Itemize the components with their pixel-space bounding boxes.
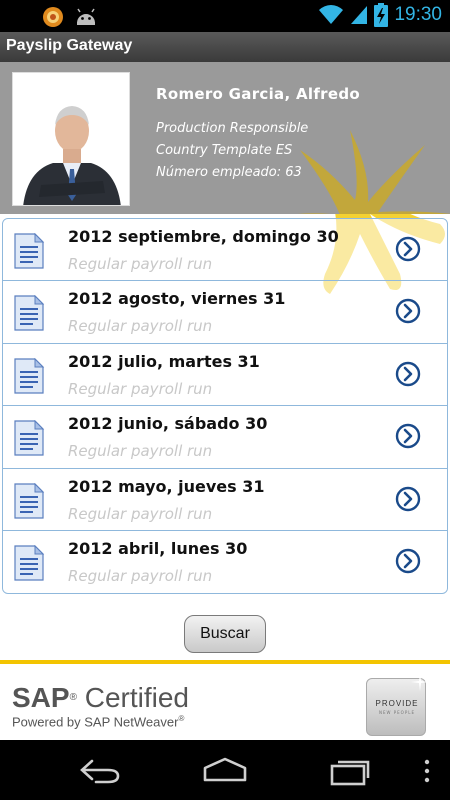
payslip-row[interactable]: 2012 abril, lunes 30 Regular payroll run [3, 530, 447, 594]
registered-mark-icon: ® [178, 714, 185, 723]
employee-number: Número empleado: 63 [156, 165, 302, 180]
document-icon [14, 295, 45, 331]
status-bar: 19:30 [0, 0, 450, 32]
footer-branding: SAP® Certified Powered by SAP NetWeaver®… [0, 660, 450, 740]
star-sparkle-icon [411, 673, 429, 691]
payslip-date: 2012 septiembre, domingo 30 [68, 227, 339, 246]
app-title-bar: Payslip Gateway [0, 32, 450, 62]
chevron-right-icon[interactable] [395, 548, 421, 574]
signal-icon [351, 6, 368, 24]
chevron-right-icon[interactable] [395, 298, 421, 324]
sap-certified-text: Certified [84, 682, 189, 713]
payslip-row[interactable]: 2012 junio, sábado 30 Regular payroll ru… [3, 406, 447, 469]
payslip-date: 2012 julio, martes 31 [68, 351, 260, 371]
registered-mark-icon: ® [69, 692, 77, 703]
provide-logo-tagline: NEW PEOPLE [378, 710, 415, 715]
home-icon[interactable] [201, 756, 249, 786]
employee-name: Romero Garcia, Alfredo [156, 85, 360, 103]
document-icon [14, 233, 45, 269]
payslip-type: Regular payroll run [68, 566, 213, 585]
payslip-date: 2012 mayo, jueves 31 [68, 476, 265, 496]
document-icon [14, 420, 45, 456]
payslip-date: 2012 junio, sábado 30 [68, 414, 268, 434]
battery-icon [374, 3, 389, 27]
chevron-right-icon[interactable] [395, 423, 421, 449]
app-title: Payslip Gateway [6, 37, 133, 54]
recent-apps-icon[interactable] [328, 756, 374, 786]
sap-certified-logo: SAP® Certified Powered by SAP NetWeaver® [12, 682, 189, 730]
wifi-icon [319, 5, 344, 24]
document-icon [14, 357, 45, 394]
payslip-row[interactable]: 2012 septiembre, domingo 30 Regular payr… [3, 219, 447, 282]
payslip-type: Regular payroll run [68, 504, 213, 523]
search-button[interactable]: Buscar [184, 615, 266, 653]
employee-photo [12, 72, 130, 206]
system-nav-bar [0, 740, 450, 800]
overflow-menu-icon[interactable] [423, 758, 431, 784]
provide-partner-logo: PROVIDE NEW PEOPLE [366, 673, 429, 736]
payslip-type: Regular payroll run [68, 255, 213, 273]
chevron-right-icon[interactable] [395, 361, 421, 387]
payslip-date: 2012 abril, lunes 30 [68, 538, 248, 558]
payslip-row[interactable]: 2012 agosto, viernes 31 Regular payroll … [3, 281, 447, 344]
payslip-type: Regular payroll run [68, 442, 213, 461]
notification-icon [43, 7, 63, 27]
payslip-date: 2012 agosto, viernes 31 [68, 289, 286, 309]
profile-header: Romero Garcia, Alfredo Production Respon… [0, 62, 450, 214]
chevron-right-icon[interactable] [395, 486, 421, 512]
employee-position: Production Responsible [156, 121, 309, 136]
provide-logo-text: PROVIDE [375, 699, 419, 708]
android-icon [77, 8, 95, 25]
sap-brand: SAP [12, 682, 70, 713]
document-icon [14, 482, 45, 519]
payslip-content: 2012 septiembre, domingo 30 Regular payr… [0, 214, 450, 660]
status-time: 19:30 [394, 4, 442, 25]
payslip-row[interactable]: 2012 mayo, jueves 31 Regular payroll run [3, 468, 447, 531]
payslip-list: 2012 septiembre, domingo 30 Regular payr… [2, 218, 448, 595]
payslip-type: Regular payroll run [68, 317, 213, 336]
payslip-row[interactable]: 2012 julio, martes 31 Regular payroll ru… [3, 343, 447, 407]
back-icon[interactable] [78, 756, 122, 786]
powered-by-text: Powered by SAP NetWeaver [12, 714, 179, 730]
person-portrait [13, 73, 129, 205]
payslip-type: Regular payroll run [68, 379, 213, 398]
country-template: Country Template ES [156, 143, 293, 158]
document-icon [14, 544, 45, 581]
chevron-right-icon[interactable] [395, 236, 421, 262]
